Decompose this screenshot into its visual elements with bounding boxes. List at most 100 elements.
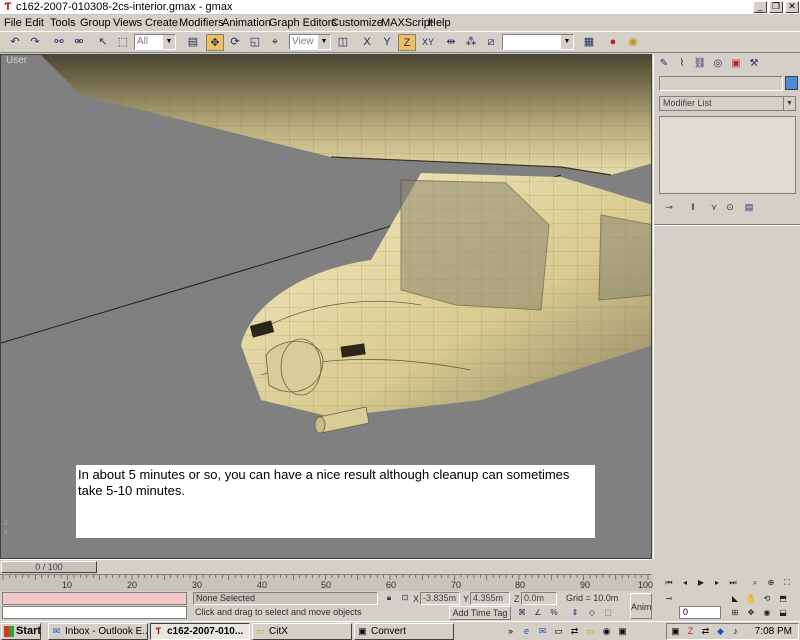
object-color-swatch[interactable] bbox=[785, 76, 798, 90]
track-bar[interactable]: 10 20 30 40 50 60 70 80 90 100 bbox=[0, 574, 653, 591]
link-icon[interactable]: ⚯ bbox=[50, 34, 68, 51]
antivirus-icon[interactable]: Z bbox=[684, 625, 697, 638]
modifier-list-dropdown[interactable]: Modifier List ▼ bbox=[659, 96, 796, 111]
volume-icon[interactable]: ♪ bbox=[729, 625, 742, 638]
selection-filter-dropdown[interactable]: All ▼ bbox=[134, 34, 176, 50]
center-pivot-icon[interactable]: ◫ bbox=[334, 34, 352, 51]
scale-icon[interactable]: ◱ bbox=[246, 34, 264, 51]
taskbar-item-convert[interactable]: ▣ Convert bbox=[354, 623, 454, 640]
make-unique-icon[interactable]: ⋎ bbox=[707, 200, 721, 214]
menu-views[interactable]: Views bbox=[113, 16, 142, 30]
menu-tools[interactable]: Tools bbox=[50, 16, 76, 30]
undo-icon[interactable]: ↶ bbox=[6, 34, 24, 51]
zoom-region-icon[interactable]: ⊞ bbox=[729, 607, 741, 619]
constrain-z-button[interactable]: Z bbox=[398, 34, 416, 51]
menu-group[interactable]: Group bbox=[80, 16, 111, 30]
remove-modifier-icon[interactable]: ⊙ bbox=[723, 200, 737, 214]
spinner-snap-icon[interactable]: ⇕ bbox=[568, 607, 582, 619]
show-end-result-icon[interactable]: ‖ bbox=[686, 200, 700, 214]
modifier-stack[interactable] bbox=[659, 116, 796, 194]
maxscript-input-mini[interactable] bbox=[2, 606, 187, 619]
move-icon[interactable]: ✥ bbox=[206, 34, 224, 51]
named-selection-dropdown[interactable]: ▼ bbox=[502, 34, 574, 50]
constrain-xy-button[interactable]: XY bbox=[418, 34, 438, 51]
zoom-icon[interactable]: ⌕ bbox=[749, 577, 761, 589]
render-icon[interactable]: ● bbox=[604, 34, 622, 51]
rotate-icon[interactable]: ⟳ bbox=[226, 34, 244, 51]
configure-sets-icon[interactable]: ▤ bbox=[742, 200, 756, 214]
menu-modifiers[interactable]: Modifiers bbox=[179, 16, 224, 30]
maxscript-listener-mini[interactable] bbox=[2, 592, 187, 605]
anim-toggle-button[interactable]: Anim bbox=[630, 593, 652, 619]
y-coord-field[interactable]: 4.355m bbox=[470, 592, 510, 605]
desktop-icon[interactable]: ▭ bbox=[552, 625, 565, 638]
previous-frame-icon[interactable]: ◂ bbox=[679, 577, 691, 589]
arc-rotate-icon[interactable]: ⟲ bbox=[761, 593, 773, 605]
gmax-icon[interactable]: Ƭ bbox=[2, 1, 14, 13]
key-mode-icon[interactable]: ⊸ bbox=[663, 593, 675, 605]
tray-network-icon[interactable]: ⇄ bbox=[699, 625, 712, 638]
select-icon[interactable]: ↖ bbox=[94, 34, 112, 51]
menu-edit[interactable]: Edit bbox=[25, 16, 44, 30]
array-icon[interactable]: ⁂ bbox=[462, 34, 480, 51]
taskbar-item-gmax[interactable]: Ƭ c162-2007-010... bbox=[150, 623, 250, 640]
reference-coord-dropdown[interactable]: View ▼ bbox=[289, 34, 331, 50]
lock-selection-icon[interactable]: 🔒︎ bbox=[382, 592, 396, 604]
go-to-end-icon[interactable]: ⏭ bbox=[727, 577, 739, 589]
snap-toggle-icon[interactable]: ⌘ bbox=[515, 607, 529, 619]
taskbar-item-outlook[interactable]: ✉ Inbox - Outlook E... bbox=[48, 623, 148, 640]
min-max-toggle-icon[interactable]: ⬓ bbox=[777, 607, 789, 619]
minimize-button[interactable]: _ bbox=[753, 1, 767, 13]
outlook-quicklaunch-icon[interactable]: ✉ bbox=[536, 625, 549, 638]
region-select-icon[interactable]: ⬚ bbox=[114, 34, 132, 51]
x-coord-field[interactable]: -3.835m bbox=[420, 592, 460, 605]
walk-icon[interactable]: ✥ bbox=[745, 607, 757, 619]
time-slider[interactable]: 0 / 100 bbox=[0, 559, 652, 574]
unlink-icon[interactable]: ⚮ bbox=[70, 34, 88, 51]
absolute-mode-icon[interactable]: ⊡ bbox=[398, 592, 412, 604]
viewport-label[interactable]: User bbox=[6, 55, 27, 66]
lock-quicklaunch-icon[interactable]: ▣ bbox=[616, 625, 629, 638]
percent-snap-icon[interactable]: % bbox=[547, 607, 561, 619]
utilities-tab-icon[interactable]: ⚒ bbox=[747, 57, 761, 71]
next-frame-icon[interactable]: ▸ bbox=[711, 577, 723, 589]
tray-app-icon[interactable]: ▣ bbox=[669, 625, 682, 638]
menu-create[interactable]: Create bbox=[145, 16, 178, 30]
menu-file[interactable]: File bbox=[4, 16, 22, 30]
menu-help[interactable]: Help bbox=[428, 16, 451, 30]
constrain-y-button[interactable]: Y bbox=[378, 34, 396, 51]
mirror-icon[interactable]: ⇹ bbox=[442, 34, 460, 51]
menu-graph-editors[interactable]: Graph Editors bbox=[269, 16, 337, 30]
tray-update-icon[interactable]: ◆ bbox=[714, 625, 727, 638]
angle-snap-icon[interactable]: ∠ bbox=[531, 607, 545, 619]
z-coord-field[interactable]: 0.0m bbox=[521, 592, 557, 605]
viewport-user[interactable]: User In about 5 minutes or so, you can h… bbox=[0, 54, 652, 559]
folder-quicklaunch-icon[interactable]: ▭ bbox=[584, 625, 597, 638]
constrain-x-button[interactable]: X bbox=[358, 34, 376, 51]
media-icon[interactable]: ◉ bbox=[600, 625, 613, 638]
go-to-start-icon[interactable]: ⏮ bbox=[663, 577, 675, 589]
menu-animation[interactable]: Animation bbox=[222, 16, 271, 30]
degradation-override-icon[interactable]: ◇ bbox=[585, 607, 599, 619]
select-by-name-icon[interactable]: ▤ bbox=[184, 34, 202, 51]
redo-icon[interactable]: ↷ bbox=[26, 34, 44, 51]
orbit-icon[interactable]: ◉ bbox=[761, 607, 773, 619]
start-button[interactable]: Start bbox=[1, 623, 41, 640]
zoom-all-icon[interactable]: ⊕ bbox=[765, 577, 777, 589]
play-icon[interactable]: ▶ bbox=[695, 577, 707, 589]
object-name-field[interactable] bbox=[659, 76, 783, 91]
close-button[interactable]: ✕ bbox=[785, 1, 799, 13]
menu-customize[interactable]: Customize bbox=[331, 16, 383, 30]
pivot-icon[interactable]: ⌖ bbox=[266, 34, 284, 51]
tray-expand-icon[interactable]: » bbox=[504, 625, 517, 638]
ie-icon[interactable]: e bbox=[520, 625, 533, 638]
current-frame-field[interactable]: 0 bbox=[679, 606, 721, 619]
restore-button[interactable]: ❐ bbox=[769, 1, 783, 13]
taskbar-item-citx[interactable]: ▭ CitX bbox=[252, 623, 352, 640]
modify-tab-icon[interactable]: ⌇ bbox=[675, 57, 689, 71]
create-tab-icon[interactable]: ✎ bbox=[657, 57, 671, 71]
hierarchy-tab-icon[interactable]: ⛓ bbox=[693, 57, 707, 71]
pin-stack-icon[interactable]: ⊸ bbox=[662, 200, 676, 214]
crossing-select-icon[interactable]: ⬚ bbox=[601, 607, 615, 619]
motion-tab-icon[interactable]: ◎ bbox=[711, 57, 725, 71]
